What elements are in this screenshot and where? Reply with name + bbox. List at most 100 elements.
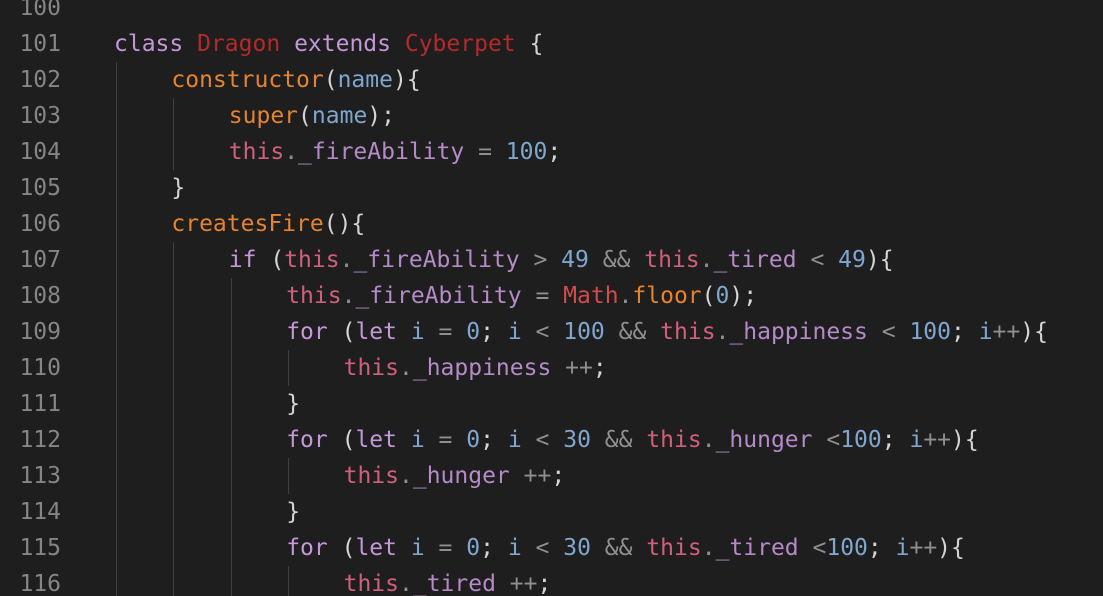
line-number[interactable]: 103 <box>0 98 61 134</box>
code-token-punc: ); <box>729 283 758 309</box>
code-token-obj: Math <box>563 283 619 309</box>
code-token-punc: ){ <box>937 535 965 561</box>
line-number[interactable]: 110 <box>0 350 61 386</box>
code-text[interactable]: super(name); <box>229 98 395 134</box>
code-token-op: && <box>588 247 645 273</box>
line-number[interactable]: 105 <box>0 170 61 206</box>
code-text[interactable]: for (let i = 0; i < 30 && this._tired <1… <box>286 530 965 566</box>
code-token-op: && <box>590 535 647 561</box>
code-editor[interactable]: 100 101 class Dragon extends Cyberpet {102… <box>0 0 1103 596</box>
line-number[interactable]: 111 <box>0 386 61 422</box>
code-token-punc: ( <box>298 103 312 129</box>
code-token-var: i <box>978 319 993 345</box>
code-token-op: . <box>701 535 716 561</box>
code-line[interactable]: 107 if (this._fireAbility > 49 && this._t… <box>0 242 1103 278</box>
code-token-punc: ; <box>551 463 566 489</box>
code-line[interactable]: 113 this._hunger ++; <box>0 458 1103 494</box>
code-text[interactable]: this._fireAbility = 100; <box>229 134 561 170</box>
code-token-var: i <box>410 319 425 345</box>
code-token-this: this <box>343 571 399 596</box>
code-token-op: ++ <box>923 427 952 453</box>
code-token-fn: constructor <box>171 67 324 93</box>
code-token-op: && <box>590 427 647 453</box>
code-line[interactable]: 100 <box>0 0 1103 26</box>
code-token-op: = <box>464 139 506 165</box>
code-token-cls: Dragon <box>197 31 281 57</box>
line-number[interactable]: 104 <box>0 134 61 170</box>
code-token-op: < <box>796 247 839 273</box>
code-token-punc: ; <box>547 139 562 165</box>
line-number[interactable]: 109 <box>0 314 61 350</box>
code-token-kw: let <box>355 427 397 453</box>
code-line[interactable]: 101 class Dragon extends Cyberpet { <box>0 26 1103 62</box>
line-number[interactable]: 102 <box>0 62 61 98</box>
indent-guide <box>116 62 117 596</box>
code-token-punc: ; <box>881 427 910 453</box>
code-token-kw: extends <box>294 31 391 57</box>
code-text[interactable]: this._happiness ++; <box>344 350 607 386</box>
code-text[interactable]: class Dragon extends Cyberpet { <box>114 26 543 62</box>
code-token-this: this <box>284 247 340 273</box>
line-number[interactable]: 108 <box>0 278 61 314</box>
code-text[interactable]: } <box>286 386 300 422</box>
code-token-prop: _fireAbility <box>355 283 522 309</box>
code-line[interactable]: 115 for (let i = 0; i < 30 && this._tired… <box>0 530 1103 566</box>
code-token-prop: _tired <box>412 571 496 596</box>
code-text[interactable]: for (let i = 0; i < 100 && this._happine… <box>286 314 1048 350</box>
line-number[interactable]: 106 <box>0 206 61 242</box>
line-number[interactable]: 115 <box>0 530 61 566</box>
code-text[interactable]: constructor(name){ <box>171 62 420 98</box>
code-token-num: 100 <box>826 535 868 561</box>
code-token-punc: ( <box>327 319 356 345</box>
code-line[interactable]: 116 this._tired ++; <box>0 566 1103 596</box>
code-token-kw: let <box>355 535 397 561</box>
code-token-kw: for <box>286 319 328 345</box>
code-line[interactable]: 105} <box>0 170 1103 206</box>
code-token-op: . <box>715 319 730 345</box>
code-text[interactable]: this._fireAbility = Math.floor(0); <box>286 278 757 314</box>
code-text[interactable]: createsFire(){ <box>171 206 365 242</box>
line-number[interactable]: 101 <box>0 26 61 62</box>
code-token-num: 100 <box>505 139 548 165</box>
code-token-op: < <box>867 319 910 345</box>
code-line[interactable]: 103 super(name); <box>0 98 1103 134</box>
line-number[interactable]: 113 <box>0 458 61 494</box>
code-token-num: 0 <box>466 319 481 345</box>
code-token-punc: } <box>286 499 301 525</box>
code-text[interactable]: for (let i = 0; i < 30 && this._hunger <… <box>286 422 979 458</box>
code-token-num: 49 <box>561 247 589 273</box>
code-token-prop: _happiness <box>729 319 868 345</box>
code-token-punc: ( <box>327 535 356 561</box>
line-number[interactable]: 116 <box>0 566 61 596</box>
line-number[interactable]: 112 <box>0 422 61 458</box>
code-line[interactable]: 109 for (let i = 0; i < 100 && this._happ… <box>0 314 1103 350</box>
code-token-fn: super <box>228 103 299 129</box>
code-text[interactable]: } <box>286 494 300 530</box>
code-text[interactable]: } <box>171 170 185 206</box>
code-line[interactable]: 111} <box>0 386 1103 422</box>
code-text[interactable]: this._hunger ++; <box>344 458 566 494</box>
code-token-prop: _hunger <box>715 427 813 453</box>
code-token-punc: ){ <box>392 67 421 93</box>
code-line[interactable]: 112 for (let i = 0; i < 30 && this._hunge… <box>0 422 1103 458</box>
code-token-op: < <box>521 535 564 561</box>
code-token-num: 100 <box>563 319 605 345</box>
code-token-kw: if <box>228 247 257 273</box>
code-line[interactable]: 104 this._fireAbility = 100; <box>0 134 1103 170</box>
line-number[interactable]: 100 <box>0 0 61 26</box>
line-number[interactable]: 114 <box>0 494 61 530</box>
code-token-op: < <box>521 427 564 453</box>
code-token-punc: ( <box>701 283 716 309</box>
code-token-op: = <box>424 535 467 561</box>
code-text[interactable]: this._tired ++; <box>344 566 552 596</box>
line-number[interactable]: 107 <box>0 242 61 278</box>
code-line[interactable]: 106 createsFire(){ <box>0 206 1103 242</box>
code-line[interactable]: 102 constructor(name){ <box>0 62 1103 98</box>
code-line[interactable]: 110 this._happiness ++; <box>0 350 1103 386</box>
code-text[interactable]: if (this._fireAbility > 49 && this._tire… <box>229 242 894 278</box>
code-line[interactable]: 114} <box>0 494 1103 530</box>
code-token-op: . <box>618 283 633 309</box>
code-line[interactable]: 108 this._fireAbility = Math.floor(0); <box>0 278 1103 314</box>
